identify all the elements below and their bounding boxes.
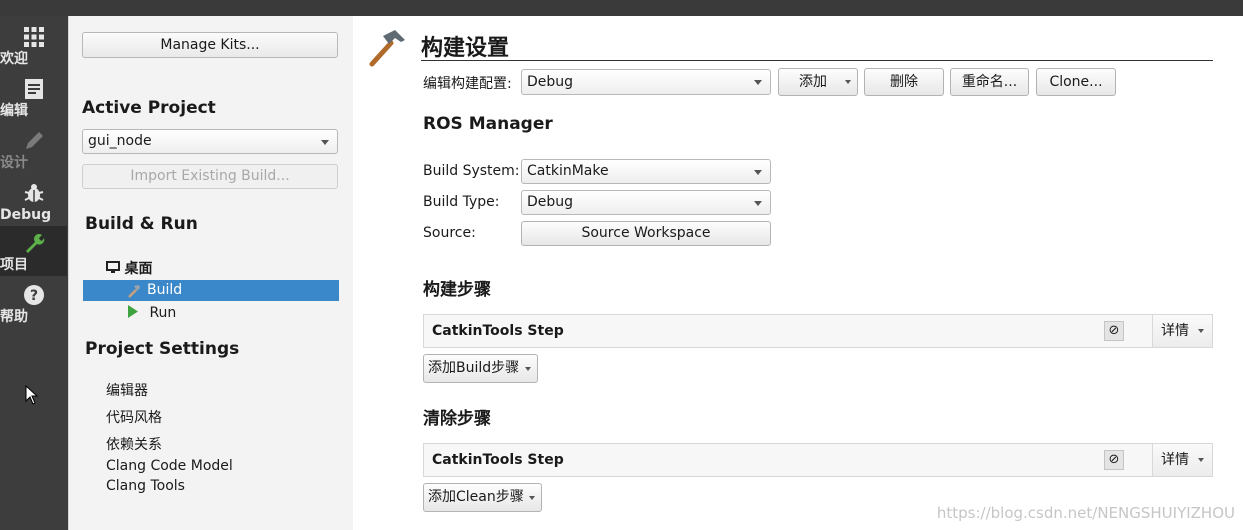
active-project-value: gui_node xyxy=(88,133,152,149)
mode-debug[interactable]: Debug xyxy=(0,176,67,226)
chevron-down-icon xyxy=(1198,329,1204,333)
build-type-combo[interactable]: Debug xyxy=(521,190,771,215)
chevron-down-icon xyxy=(1198,458,1204,462)
clean-step-details-button[interactable]: 详情 xyxy=(1152,444,1212,476)
build-system-combo[interactable]: CatkinMake xyxy=(521,159,771,184)
build-item[interactable]: Build xyxy=(83,280,339,301)
setting-code-style[interactable]: 代码风格 xyxy=(106,407,162,427)
bug-icon xyxy=(0,182,67,208)
build-step-row: CatkinTools Step ⊘ 详情 xyxy=(423,314,1213,348)
manage-kits-button[interactable]: Manage Kits... xyxy=(82,32,338,58)
build-label: Build xyxy=(147,282,183,298)
build-step-details-button[interactable]: 详情 xyxy=(1152,315,1212,347)
mode-label: 欢迎 xyxy=(0,51,28,67)
details-label: 详情 xyxy=(1161,452,1189,468)
add-config-label: 添加 xyxy=(799,74,827,90)
grid-icon xyxy=(0,26,67,52)
run-item[interactable]: Run xyxy=(127,305,176,321)
add-clean-step-button[interactable]: 添加Clean步骤 xyxy=(423,483,542,512)
mode-label: 设计 xyxy=(0,155,28,171)
build-system-label: Build System: xyxy=(423,163,520,179)
project-sidebar: Manage Kits... Active Project gui_node I… xyxy=(68,16,354,530)
run-icon xyxy=(128,305,138,318)
build-system-value: CatkinMake xyxy=(527,163,609,179)
build-config-value: Debug xyxy=(527,74,574,90)
title-divider xyxy=(421,60,1213,61)
chevron-down-icon xyxy=(525,367,531,371)
add-config-button[interactable]: 添加 xyxy=(778,68,858,96)
setting-editor[interactable]: 编辑器 xyxy=(106,380,148,400)
delete-config-button[interactable]: 删除 xyxy=(864,68,944,96)
setting-clang-tools[interactable]: Clang Tools xyxy=(106,478,185,494)
clean-step-name: CatkinTools Step xyxy=(432,452,564,468)
clean-steps-heading: 清除步骤 xyxy=(423,409,491,429)
chevron-down-icon xyxy=(845,80,851,84)
kit-desktop-item[interactable]: 桌面 xyxy=(106,258,152,278)
chevron-down-icon xyxy=(754,80,762,85)
wrench-icon xyxy=(0,232,67,258)
build-type-label: Build Type: xyxy=(423,194,500,210)
chevron-down-icon xyxy=(754,201,762,206)
mode-label: Debug xyxy=(0,207,52,223)
build-steps-heading: 构建步骤 xyxy=(423,280,491,300)
pencil-icon xyxy=(0,130,67,156)
mode-help[interactable]: ? 帮助 xyxy=(0,278,67,328)
watermark-text: https://blog.csdn.net/NENGSHUIYIZHOU xyxy=(936,504,1235,522)
add-clean-step-label: 添加Clean步骤 xyxy=(428,489,524,505)
mode-bar: 欢迎 编辑 设计 Debug 项目 ? 帮助 xyxy=(0,16,68,530)
clone-config-button[interactable]: Clone... xyxy=(1036,68,1116,96)
edit-config-label: 编辑构建配置: xyxy=(423,76,512,92)
source-label: Source: xyxy=(423,225,476,241)
disable-step-icon[interactable]: ⊘ xyxy=(1104,321,1124,341)
build-settings-panel: 构建设置 编辑构建配置: Debug 添加 删除 重命名... Clone...… xyxy=(353,16,1243,530)
setting-dependencies[interactable]: 依赖关系 xyxy=(106,434,162,454)
mode-label: 编辑 xyxy=(0,103,28,119)
page-title: 构建设置 xyxy=(421,36,510,61)
source-workspace-button[interactable]: Source Workspace xyxy=(521,221,771,246)
mode-welcome[interactable]: 欢迎 xyxy=(0,20,67,70)
setting-clang-code-model[interactable]: Clang Code Model xyxy=(106,458,233,474)
document-icon xyxy=(0,78,67,104)
build-run-heading: Build & Run xyxy=(85,214,198,234)
chevron-down-icon xyxy=(529,496,535,500)
mode-label: 帮助 xyxy=(0,309,28,325)
clean-step-row: CatkinTools Step ⊘ 详情 xyxy=(423,443,1213,477)
add-build-step-label: 添加Build步骤 xyxy=(428,360,520,376)
run-label: Run xyxy=(149,305,177,321)
mode-label: 项目 xyxy=(0,257,28,273)
mode-design[interactable]: 设计 xyxy=(0,124,67,174)
kit-desktop-label: 桌面 xyxy=(124,261,153,277)
svg-text:?: ? xyxy=(29,288,37,304)
add-build-step-button[interactable]: 添加Build步骤 xyxy=(423,354,538,383)
rename-config-button[interactable]: 重命名... xyxy=(950,68,1029,96)
mode-projects[interactable]: 项目 xyxy=(0,226,67,276)
import-existing-build-button[interactable]: Import Existing Build... xyxy=(82,164,338,189)
mode-edit[interactable]: 编辑 xyxy=(0,72,67,122)
window-top-bar xyxy=(0,0,1243,16)
active-project-heading: Active Project xyxy=(82,98,216,118)
disable-step-icon[interactable]: ⊘ xyxy=(1104,450,1124,470)
build-step-name: CatkinTools Step xyxy=(432,323,564,339)
mouse-cursor-icon xyxy=(25,385,39,405)
hammer-icon xyxy=(128,285,140,298)
chevron-down-icon xyxy=(754,170,762,175)
build-config-combo[interactable]: Debug xyxy=(521,69,771,95)
active-project-combo[interactable]: gui_node xyxy=(82,129,338,154)
ros-manager-heading: ROS Manager xyxy=(423,114,553,134)
details-label: 详情 xyxy=(1161,323,1189,339)
chevron-down-icon xyxy=(321,140,329,145)
hammer-icon xyxy=(369,30,405,67)
monitor-icon xyxy=(106,261,120,273)
project-settings-heading: Project Settings xyxy=(85,339,240,359)
help-icon: ? xyxy=(0,284,67,310)
build-type-value: Debug xyxy=(527,194,574,210)
